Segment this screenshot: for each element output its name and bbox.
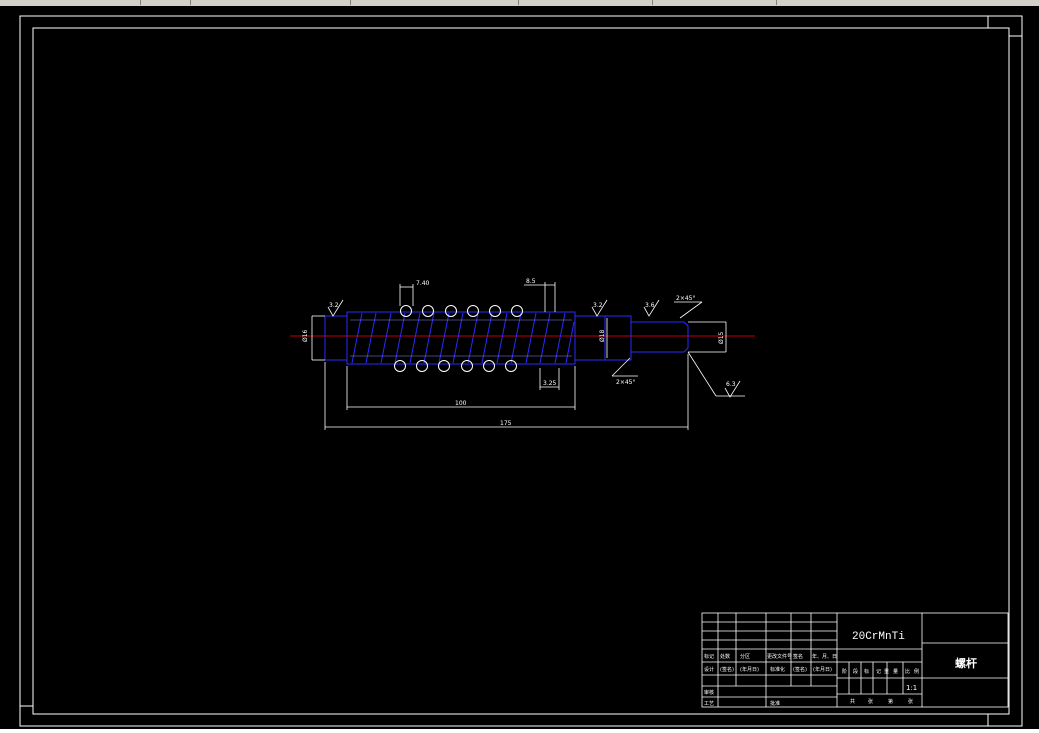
tb-sheet-unit1: 张: [868, 698, 873, 705]
tb-label-date2: (年月日): [813, 666, 832, 673]
tb-stage-1: 阶: [842, 668, 847, 675]
tb-label-approve: 批准: [770, 700, 780, 707]
dim-dia-left: Ø16: [302, 329, 309, 342]
roughness-label-2: 3.2: [593, 302, 603, 309]
roughness-label-4: 6.3: [726, 381, 736, 388]
tb-label-count: 处数: [720, 653, 730, 660]
tb-label-process: 工艺: [704, 701, 714, 707]
dim-total-length: 175: [500, 420, 512, 427]
tb-label-sign1: (签名): [720, 666, 734, 673]
dim-tooth-width: 8.5: [526, 278, 536, 285]
thread-helix: [351, 312, 575, 364]
dim-depth: 3.25: [543, 380, 557, 387]
tb-stage-4: 记: [876, 668, 881, 675]
dim-dia-right: Ø15: [718, 331, 725, 344]
material-label: 20CrMnTi: [852, 631, 905, 643]
ball-circles-top: [400, 305, 523, 317]
inner-border: [32, 27, 1010, 715]
tb-sheet-index: 第: [888, 698, 893, 705]
tb-label-zone: 分区: [740, 653, 750, 660]
tb-sheet-unit2: 张: [908, 698, 913, 705]
tb-label-mark: 标记: [704, 653, 714, 660]
part-name-label: 螺杆: [955, 656, 977, 670]
dim-chamfer-right: 2×45°: [676, 295, 695, 302]
toolbar-segment[interactable]: [140, 0, 191, 5]
tb-sheet-total: 共: [850, 698, 855, 705]
tb-label-change-doc: 更改文件号: [767, 653, 792, 660]
toolbar-segment[interactable]: [190, 0, 351, 5]
dim-pitch: 7.40: [416, 280, 430, 287]
toolbar-segment[interactable]: [518, 0, 653, 5]
toolbar-segment[interactable]: [350, 0, 519, 5]
tb-label-date1: (年月日): [740, 666, 759, 673]
dim-thread-length: 100: [455, 400, 467, 407]
tb-stage-2: 段: [853, 668, 858, 675]
outer-border: [19, 15, 1023, 727]
tb-label-sign2: (签名): [793, 666, 807, 673]
status-strip: [0, 729, 1039, 733]
roughness-label-1: 3.2: [329, 302, 339, 309]
tb-stage-6: 量: [893, 668, 898, 675]
tb-stage-7: 比: [905, 668, 910, 675]
tb-label-date-ymd: 年、月、日: [812, 653, 837, 660]
tb-label-signature: 签名: [793, 653, 803, 660]
dim-dia-mid: Ø18: [599, 329, 606, 342]
ball-circles-bottom: [394, 360, 517, 372]
corner-marks: [20, 16, 1022, 726]
tb-label-review: 审核: [704, 689, 714, 696]
tb-label-standard: 标准化: [770, 666, 785, 673]
roughness-symbols: [327, 299, 741, 398]
cad-drawing-canvas[interactable]: 7.40 8.5 3.25 100 175 Ø16 Ø18 Ø15 2×45° …: [0, 6, 1039, 729]
roughness-label-3: 3.6: [645, 302, 655, 309]
toolbar-segment[interactable]: [0, 0, 141, 5]
tb-label-design: 设计: [704, 666, 714, 673]
dim-chamfer-left: 2×45°: [616, 379, 635, 386]
tb-stage-5: 重: [884, 668, 889, 675]
tb-stage-8: 例: [914, 668, 919, 675]
toolbar-segment[interactable]: [652, 0, 777, 5]
scale-label: 1:1: [906, 684, 917, 692]
tb-stage-3: 标: [864, 668, 869, 675]
